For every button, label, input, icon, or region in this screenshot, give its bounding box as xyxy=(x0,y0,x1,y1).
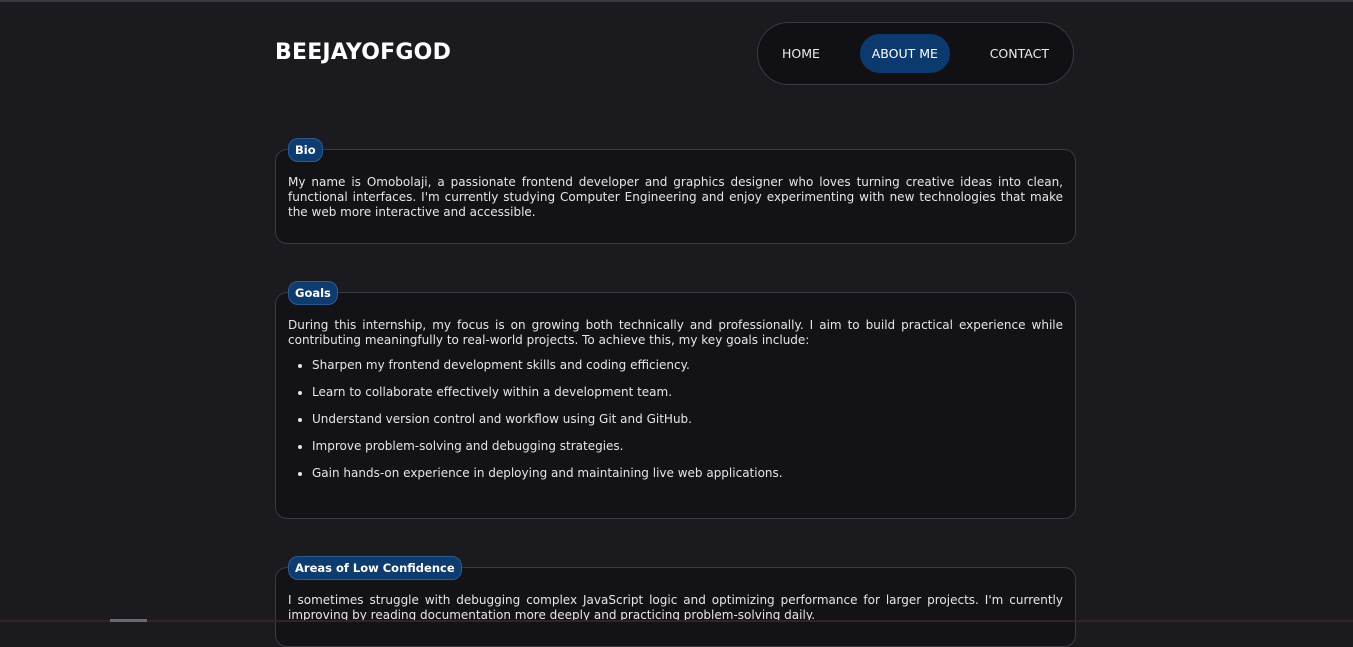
goals-intro: During this internship, my focus is on g… xyxy=(288,318,1063,347)
nav-contact-link[interactable]: CONTACT xyxy=(978,34,1061,73)
goals-badge: Goals xyxy=(288,281,338,305)
bio-section: Bio My name is Omobolaji, a passionate f… xyxy=(275,138,1076,244)
goal-item: Improve problem-solving and debugging st… xyxy=(312,439,1063,454)
low-confidence-section: Areas of Low Confidence I sometimes stru… xyxy=(275,556,1076,647)
nav-about-me-link[interactable]: ABOUT ME xyxy=(859,34,950,73)
bio-badge: Bio xyxy=(288,138,323,162)
low-confidence-text: I sometimes struggle with debugging comp… xyxy=(288,593,1063,622)
window-top-border xyxy=(0,0,1353,2)
goals-section: Goals During this internship, my focus i… xyxy=(275,281,1076,519)
goals-list: Sharpen my frontend development skills a… xyxy=(288,358,1063,481)
low-confidence-badge: Areas of Low Confidence xyxy=(288,556,462,580)
site-logo[interactable]: BEEJAYOFGOD xyxy=(275,40,451,65)
goal-item: Sharpen my frontend development skills a… xyxy=(312,358,1063,373)
goal-item: Learn to collaborate effectively within … xyxy=(312,385,1063,400)
site-header: BEEJAYOFGOD HOME ABOUT ME CONTACT xyxy=(275,22,1076,87)
nav-home-link[interactable]: HOME xyxy=(770,34,832,73)
bio-text: My name is Omobolaji, a passionate front… xyxy=(288,175,1063,219)
goal-item: Gain hands-on experience in deploying an… xyxy=(312,466,1063,481)
main-nav: HOME ABOUT ME CONTACT xyxy=(757,22,1074,85)
goal-item: Understand version control and workflow … xyxy=(312,412,1063,427)
